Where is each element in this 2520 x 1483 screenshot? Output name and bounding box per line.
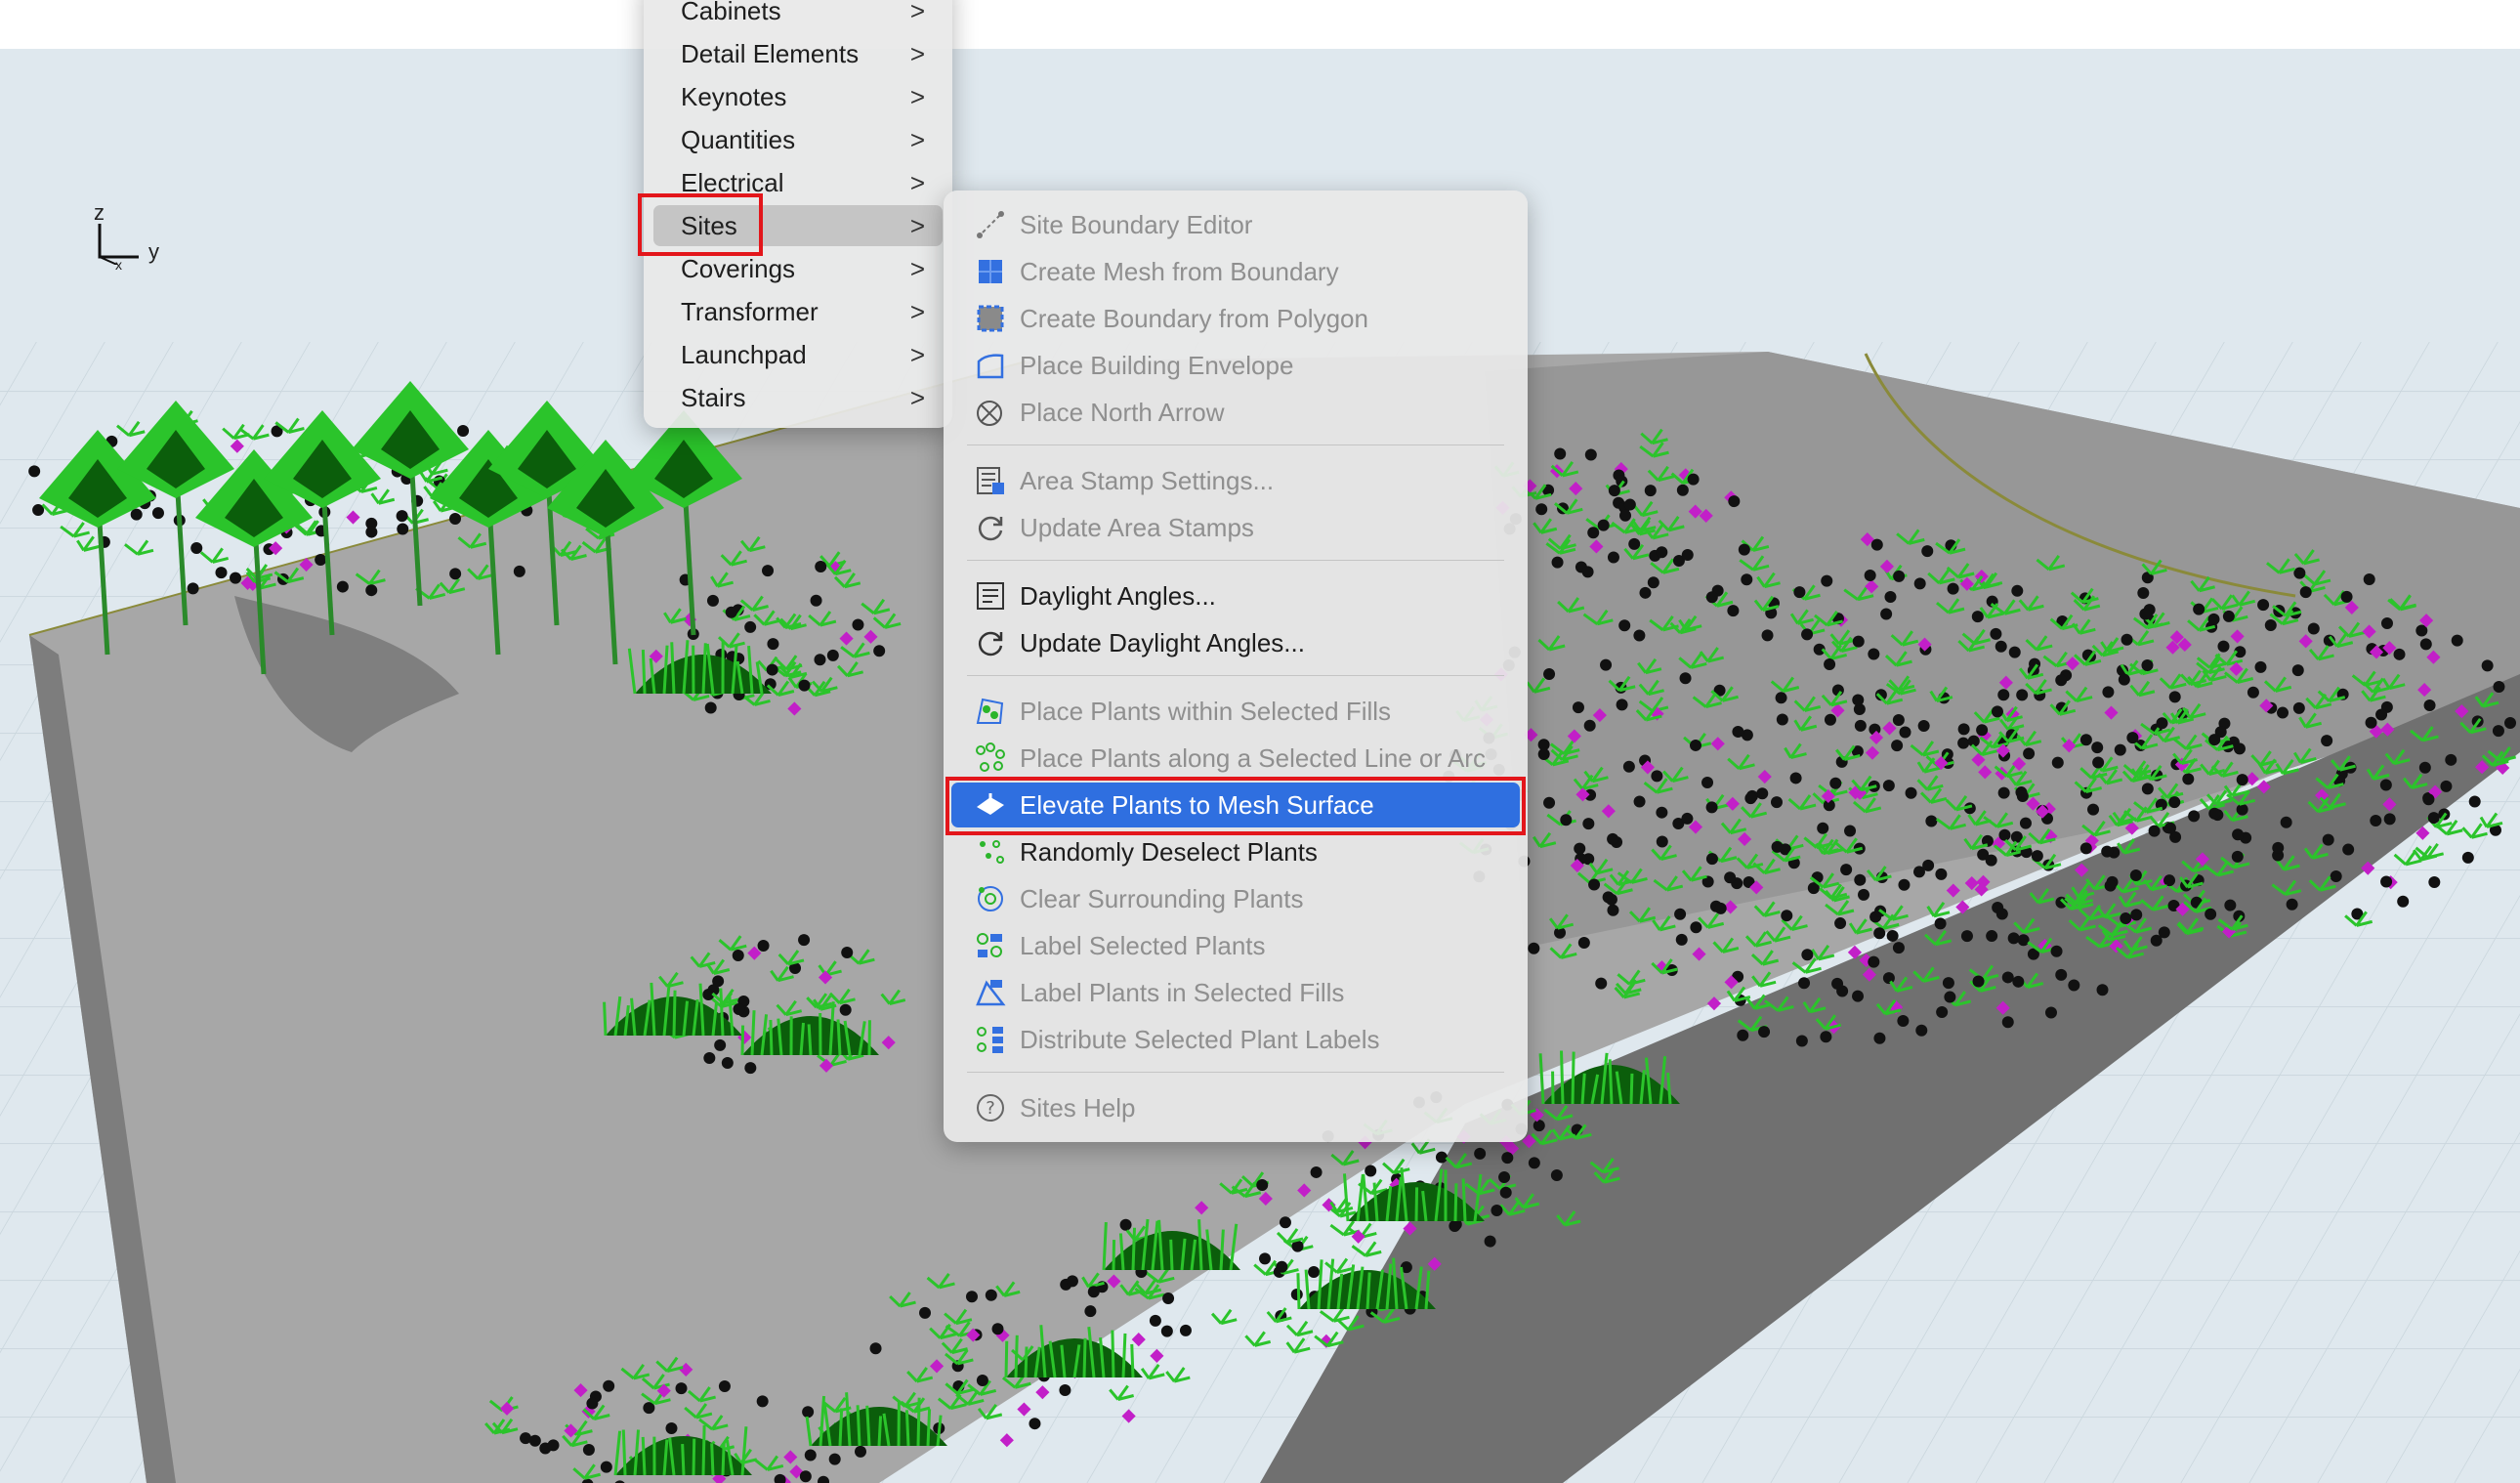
clear-plants-icon — [978, 886, 1003, 911]
svg-text:?: ? — [986, 1098, 995, 1119]
chevron-right-icon: > — [909, 211, 925, 240]
chevron-right-icon: > — [909, 168, 925, 197]
menu-item-place-plants-along-line[interactable]: Place Plants along a Selected Line or Ar… — [951, 736, 1520, 781]
menu-item-label: Daylight Angles... — [1020, 581, 1216, 611]
create-mesh-icon — [979, 260, 1002, 283]
menu-item-cabinets[interactable]: Cabinets > — [653, 0, 943, 31]
chevron-right-icon: > — [909, 39, 925, 68]
menu-item-label: Label Selected Plants — [1020, 931, 1266, 960]
menu-item-place-building-envelope[interactable]: Place Building Envelope — [951, 343, 1520, 388]
building-envelope-icon — [977, 354, 1004, 379]
deselect-plants-icon — [980, 840, 1004, 864]
menu-item-update-daylight-angles[interactable]: Update Daylight Angles... — [951, 620, 1520, 665]
menu-item-transformer[interactable]: Transformer > — [653, 291, 943, 332]
chevron-right-icon: > — [909, 125, 925, 154]
menu-item-detail-elements[interactable]: Detail Elements > — [653, 33, 943, 74]
chevron-right-icon: > — [909, 0, 925, 25]
menu-item-label: Area Stamp Settings... — [1020, 466, 1275, 495]
menu-separator — [967, 675, 1504, 676]
tools-menu: Cabinets > Detail Elements > Keynotes > … — [644, 0, 952, 428]
menu-item-randomly-deselect-plants[interactable]: Randomly Deselect Plants — [951, 829, 1520, 874]
menu-item-elevate-plants-to-mesh[interactable]: Elevate Plants to Mesh Surface — [951, 783, 1520, 827]
menu-item-label: Detail Elements — [681, 39, 860, 68]
menu-item-create-mesh-from-boundary[interactable]: Create Mesh from Boundary — [951, 249, 1520, 294]
menu-item-clear-surrounding-plants[interactable]: Clear Surrounding Plants — [951, 876, 1520, 921]
menu-item-label: Cabinets — [681, 0, 781, 25]
chevron-right-icon: > — [909, 340, 925, 369]
daylight-angles-icon — [977, 582, 1004, 610]
help-icon: ? — [977, 1094, 1004, 1122]
sites-submenu: Site Boundary Editor Create Mesh from Bo… — [944, 191, 1528, 1142]
chevron-right-icon: > — [909, 383, 925, 412]
menu-separator — [967, 560, 1504, 561]
menu-item-place-plants-within-fills[interactable]: Place Plants within Selected Fills — [951, 689, 1520, 734]
menu-item-label-plants-in-fills[interactable]: Label Plants in Selected Fills — [951, 970, 1520, 1015]
menu-item-keynotes[interactable]: Keynotes > — [653, 76, 943, 117]
label-plants-icon — [977, 933, 1002, 957]
menu-item-label: Distribute Selected Plant Labels — [1020, 1025, 1380, 1054]
create-boundary-icon — [977, 305, 1004, 332]
menu-item-label: Place Plants along a Selected Line or Ar… — [1020, 743, 1486, 773]
menu-item-quantities[interactable]: Quantities > — [653, 119, 943, 160]
menu-item-launchpad[interactable]: Launchpad > — [653, 334, 943, 375]
elevate-plants-icon — [977, 793, 1004, 815]
axis-label-x: x — [115, 257, 122, 273]
axis-indicator: z y x — [90, 200, 178, 278]
menu-item-label: Create Boundary from Polygon — [1020, 304, 1368, 333]
menu-item-label: Randomly Deselect Plants — [1020, 837, 1318, 867]
menu-item-label: Launchpad — [681, 340, 807, 369]
plants-line-icon — [976, 742, 1005, 772]
menu-item-update-area-stamps[interactable]: Update Area Stamps — [951, 505, 1520, 550]
menu-item-sites[interactable]: Sites > — [653, 205, 943, 246]
menu-item-label: Sites — [681, 211, 737, 240]
menu-item-label: Place North Arrow — [1020, 398, 1225, 427]
chevron-right-icon: > — [909, 82, 925, 111]
menu-item-label: Clear Surrounding Plants — [1020, 884, 1304, 913]
menu-item-label: Place Building Envelope — [1020, 351, 1294, 380]
menu-item-daylight-angles[interactable]: Daylight Angles... — [951, 573, 1520, 618]
axis-label-y: y — [148, 239, 159, 264]
menu-item-label: Create Mesh from Boundary — [1020, 257, 1339, 286]
chevron-right-icon: > — [909, 297, 925, 326]
label-fills-icon — [976, 980, 1006, 1006]
menu-item-label: Electrical — [681, 168, 784, 197]
menu-item-label: Place Plants within Selected Fills — [1020, 697, 1392, 726]
plants-fill-icon — [976, 698, 1004, 724]
refresh-icon — [978, 516, 1003, 541]
menu-item-label: Coverings — [681, 254, 796, 283]
menu-item-place-north-arrow[interactable]: Place North Arrow — [951, 390, 1520, 435]
window-top-bar — [0, 0, 2520, 49]
menu-item-label: Site Boundary Editor — [1020, 210, 1253, 239]
menu-item-label: Update Area Stamps — [1020, 513, 1254, 542]
menu-item-label: Stairs — [681, 383, 746, 412]
menu-item-label: Label Plants in Selected Fills — [1020, 978, 1345, 1007]
menu-item-label: Transformer — [681, 297, 819, 326]
menu-separator — [967, 1072, 1504, 1073]
menu-item-label: Quantities — [681, 125, 796, 154]
menu-item-area-stamp-settings[interactable]: Area Stamp Settings... — [951, 458, 1520, 503]
menu-item-create-boundary-from-polygon[interactable]: Create Boundary from Polygon — [951, 296, 1520, 341]
menu-item-sites-help[interactable]: ? Sites Help — [951, 1085, 1520, 1130]
area-stamp-settings-icon — [977, 467, 1004, 494]
north-arrow-icon — [977, 401, 1002, 426]
menu-item-label-selected-plants[interactable]: Label Selected Plants — [951, 923, 1520, 968]
menu-item-stairs[interactable]: Stairs > — [653, 377, 943, 418]
chevron-right-icon: > — [909, 254, 925, 283]
menu-item-label: Elevate Plants to Mesh Surface — [1020, 790, 1374, 820]
menu-item-label: Keynotes — [681, 82, 787, 111]
refresh-icon — [978, 631, 1003, 657]
site-boundary-editor-icon — [977, 211, 1004, 238]
distribute-labels-icon — [977, 1027, 1003, 1053]
menu-item-electrical[interactable]: Electrical > — [653, 162, 943, 203]
menu-item-coverings[interactable]: Coverings > — [653, 248, 943, 289]
menu-item-label: Update Daylight Angles... — [1020, 628, 1305, 657]
menu-item-label: Sites Help — [1020, 1093, 1136, 1123]
menu-item-site-boundary-editor[interactable]: Site Boundary Editor — [951, 202, 1520, 247]
menu-item-distribute-plant-labels[interactable]: Distribute Selected Plant Labels — [951, 1017, 1520, 1062]
